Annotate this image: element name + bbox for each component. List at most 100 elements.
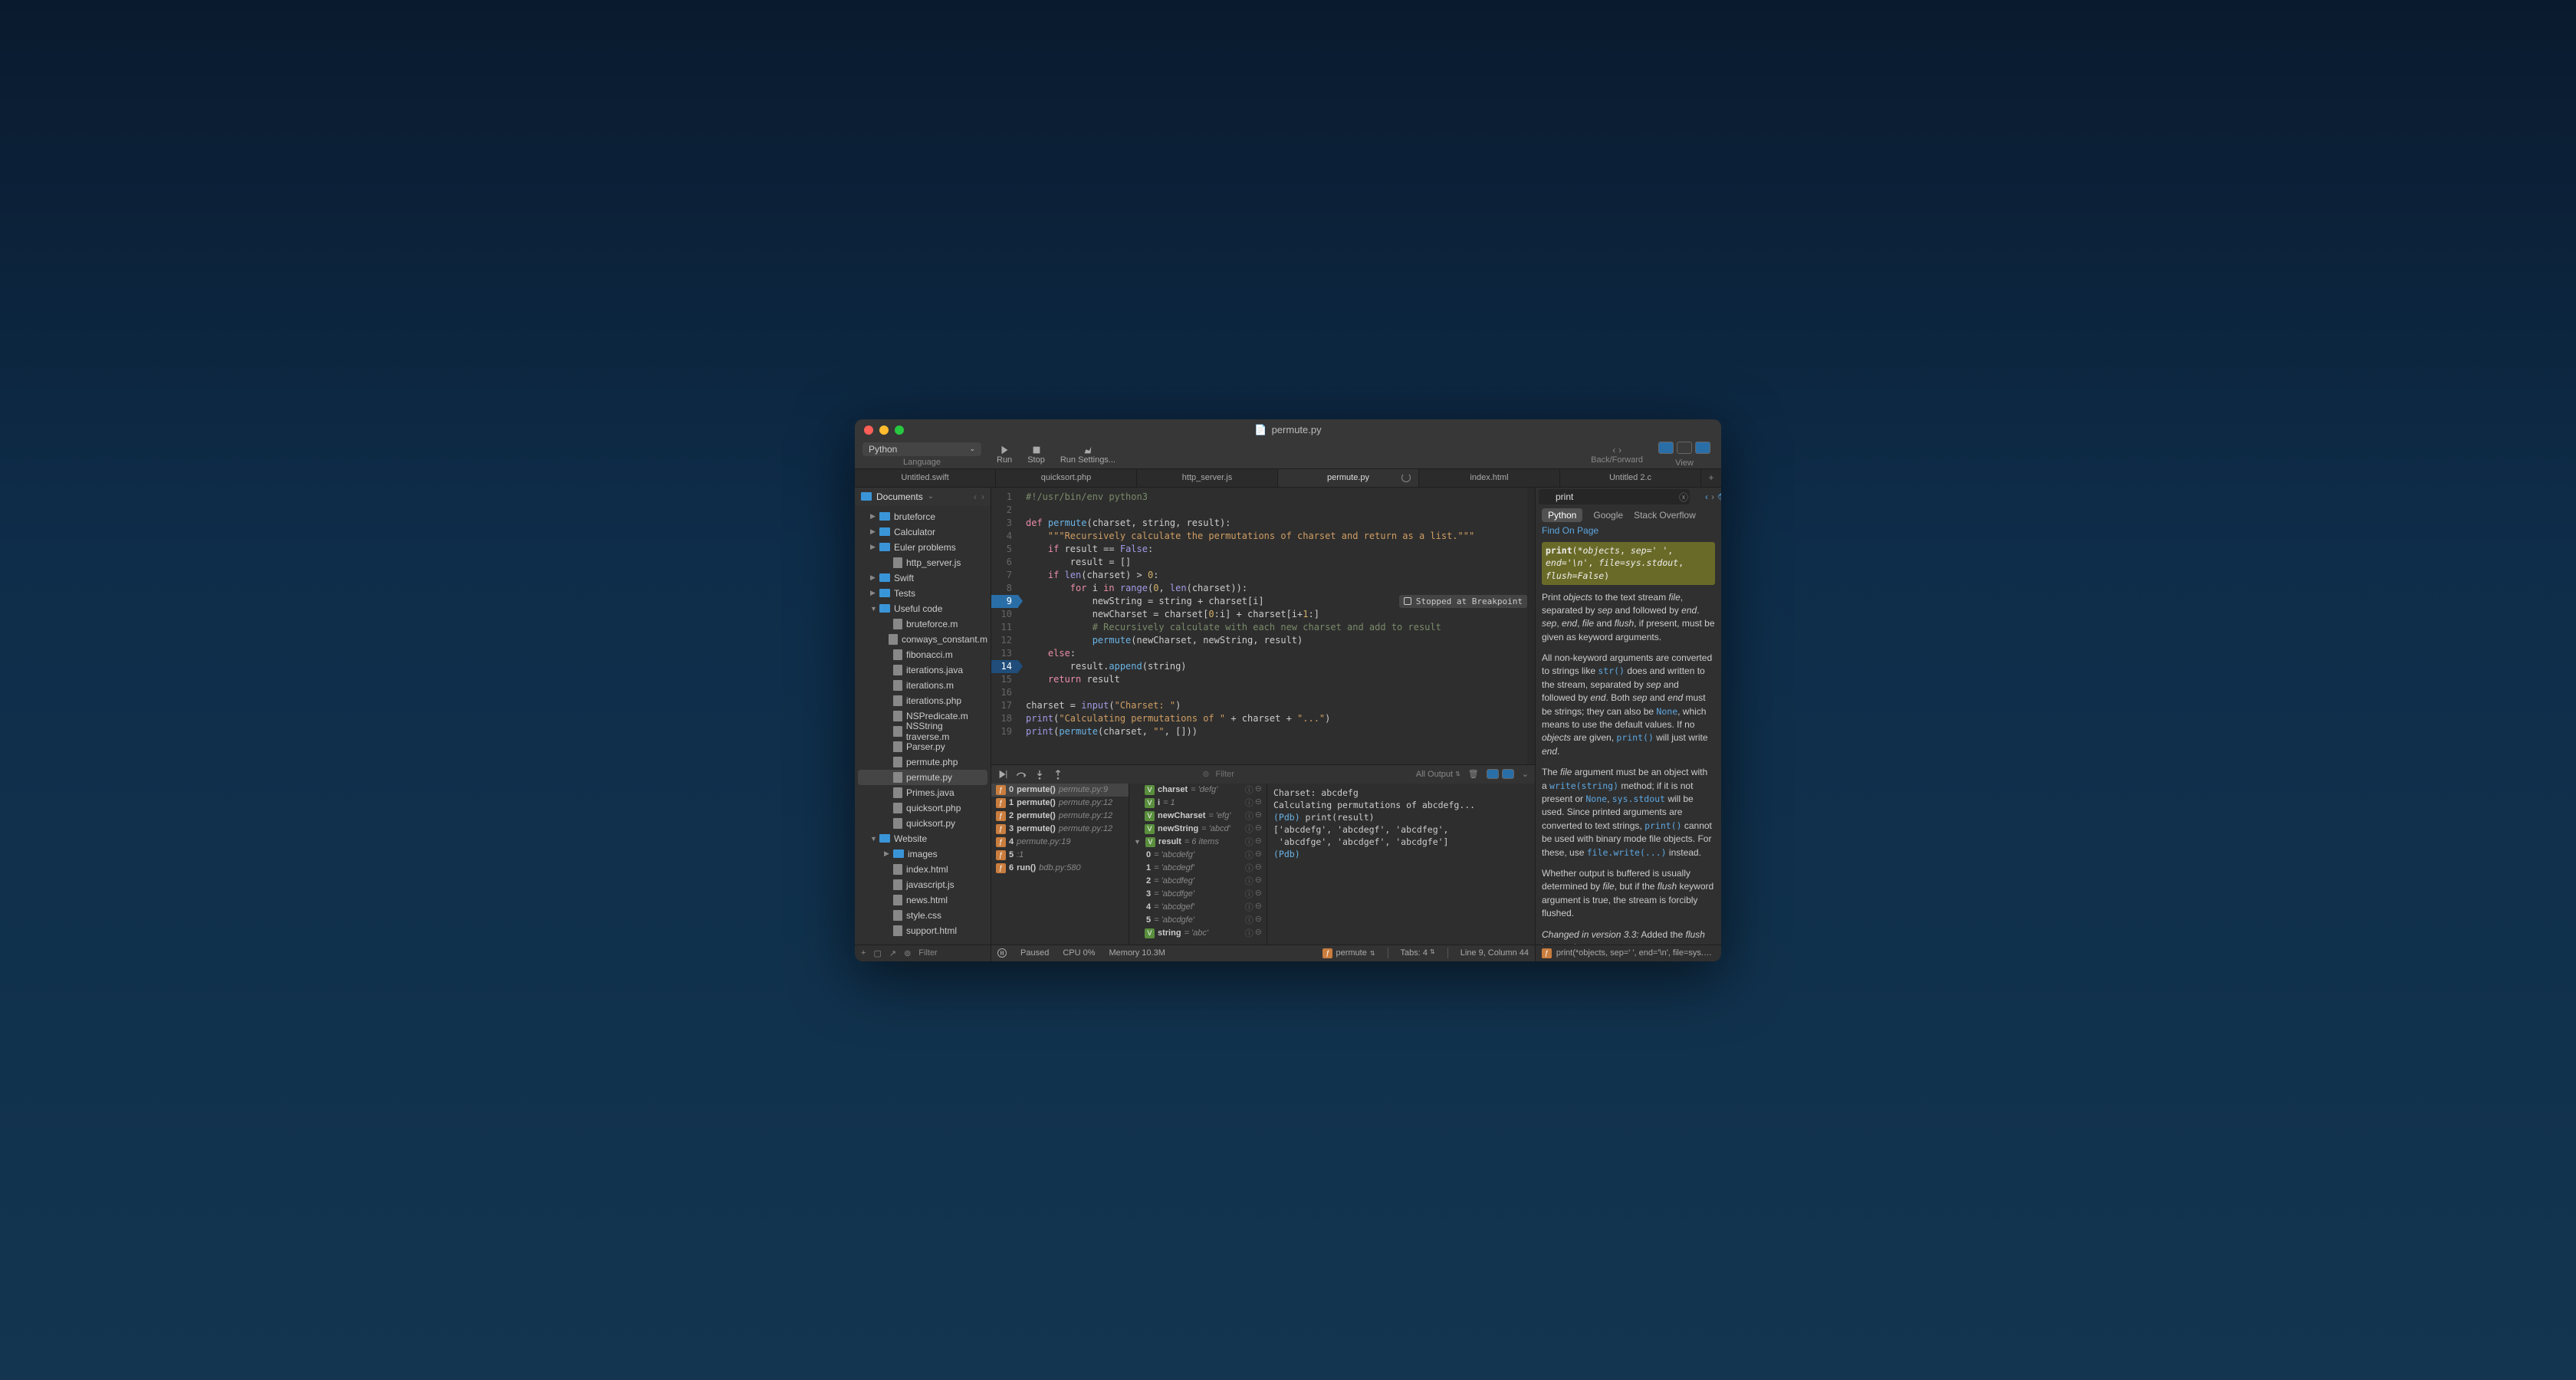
clear-icon[interactable]: ⓧ: [1679, 491, 1688, 504]
nav-back-icon[interactable]: ‹: [974, 491, 977, 502]
file-iterations-java[interactable]: iterations.java: [858, 662, 987, 678]
folder-Useful-code[interactable]: ▼Useful code: [858, 601, 987, 616]
right-panel-toggle[interactable]: [1695, 442, 1710, 454]
file-Primes-java[interactable]: Primes.java: [858, 785, 987, 800]
stack-frame[interactable]: ƒ3 permute() permute.py:12: [991, 823, 1129, 836]
doc-search-input[interactable]: [1539, 489, 1690, 504]
tab-Untitled-swift[interactable]: Untitled.swift: [855, 469, 996, 487]
folder-Calculator[interactable]: ▶Calculator: [858, 524, 987, 540]
language-selector[interactable]: Python⌄ Language: [855, 441, 989, 468]
file-iterations-php[interactable]: iterations.php: [858, 693, 987, 708]
file-iterations-m[interactable]: iterations.m: [858, 678, 987, 693]
bottom-panel-toggle[interactable]: [1677, 442, 1692, 454]
folder-Website[interactable]: ▼Website: [858, 831, 987, 846]
file-fibonacci-m[interactable]: fibonacci.m: [858, 647, 987, 662]
output-selector[interactable]: All Output⇅: [1416, 770, 1460, 779]
folder-bruteforce[interactable]: ▶bruteforce: [858, 509, 987, 524]
tab-quicksort-php[interactable]: quicksort.php: [996, 469, 1137, 487]
tab-Untitled-2-c[interactable]: Untitled 2.c: [1560, 469, 1701, 487]
file-javascript-js[interactable]: javascript.js: [858, 877, 987, 892]
file-permute-py[interactable]: permute.py: [858, 770, 987, 785]
stack-frame[interactable]: ƒ5 :1: [991, 849, 1129, 862]
file-style-css[interactable]: style.css: [858, 908, 987, 923]
tab-http_server-js[interactable]: http_server.js: [1137, 469, 1278, 487]
file-quicksort-php[interactable]: quicksort.php: [858, 800, 987, 816]
chevron-down-icon[interactable]: ⌄: [1522, 769, 1529, 779]
clear-output-icon[interactable]: 🗑: [1468, 769, 1479, 779]
folder-images[interactable]: ▶images: [858, 846, 987, 862]
add-icon[interactable]: +: [861, 948, 866, 958]
variable-row[interactable]: Vcharset = 'defg'ⓘ⊖: [1129, 784, 1267, 797]
tab-permute-py[interactable]: permute.py: [1278, 469, 1419, 487]
run-button[interactable]: Run: [989, 445, 1020, 465]
step-out-icon[interactable]: [1053, 769, 1063, 780]
new-tab-button[interactable]: +: [1701, 469, 1721, 487]
eye-icon[interactable]: 👁: [1717, 491, 1721, 502]
step-into-icon[interactable]: [1034, 769, 1045, 780]
file-permute-php[interactable]: permute.php: [858, 754, 987, 770]
file-http_server-js[interactable]: http_server.js: [858, 555, 987, 570]
root-folder-name[interactable]: Documents: [876, 491, 923, 502]
debug-left-toggle[interactable]: [1487, 769, 1499, 779]
nav-forward-icon[interactable]: ›: [981, 491, 984, 502]
doc-body[interactable]: print(*objects, sep=' ', end='\n', file=…: [1536, 542, 1721, 945]
variable-row[interactable]: 3 = 'abcdfge'ⓘ⊖: [1129, 888, 1267, 901]
variable-row[interactable]: 0 = 'abcdefg'ⓘ⊖: [1129, 849, 1267, 862]
variable-row[interactable]: ▼Vresult = 6 itemsⓘ⊖: [1129, 836, 1267, 849]
back-button[interactable]: ‹: [1612, 445, 1615, 455]
stop-button[interactable]: Stop: [1020, 445, 1053, 465]
provider-tab-google[interactable]: Google: [1593, 510, 1623, 521]
cursor-position[interactable]: Line 9, Column 44: [1460, 948, 1529, 958]
file-bruteforce-m[interactable]: bruteforce.m: [858, 616, 987, 632]
stack-frame[interactable]: ƒ2 permute() permute.py:12: [991, 810, 1129, 823]
left-panel-toggle[interactable]: [1658, 442, 1674, 454]
stack-frame[interactable]: ƒ6 run() bdb.py:580: [991, 862, 1129, 875]
variable-row[interactable]: VnewCharset = 'efg'ⓘ⊖: [1129, 810, 1267, 823]
code-content[interactable]: #!/usr/bin/env python3def permute(charse…: [1018, 488, 1527, 764]
variable-row[interactable]: 2 = 'abcdfeg'ⓘ⊖: [1129, 875, 1267, 888]
close-button[interactable]: [864, 426, 873, 435]
file-conways_constant-m[interactable]: conways_constant.m: [858, 632, 987, 647]
function-selector[interactable]: ƒpermute⇅: [1322, 948, 1375, 958]
new-folder-icon[interactable]: ▢: [873, 948, 881, 958]
variable-row[interactable]: 4 = 'abcdgef'ⓘ⊖: [1129, 901, 1267, 914]
nav-back-icon[interactable]: ‹: [1705, 491, 1708, 502]
folder-Euler-problems[interactable]: ▶Euler problems: [858, 540, 987, 555]
tabs-setting[interactable]: Tabs: 4⇅: [1401, 948, 1435, 958]
stack-frame[interactable]: ƒ0 permute() permute.py:9: [991, 784, 1129, 797]
variable-row[interactable]: VnewString = 'abcd'ⓘ⊖: [1129, 823, 1267, 836]
folder-Tests[interactable]: ▶Tests: [858, 586, 987, 601]
find-on-page-link[interactable]: Find On Page: [1542, 525, 1598, 536]
file-quicksort-py[interactable]: quicksort.py: [858, 816, 987, 831]
folder-Swift[interactable]: ▶Swift: [858, 570, 987, 586]
code-editor[interactable]: 12345678910111213141516171819 #!/usr/bin…: [991, 488, 1535, 764]
file-NSString-traverse-m[interactable]: NSString traverse.m: [858, 724, 987, 739]
file-index-html[interactable]: index.html: [858, 862, 987, 877]
file-news-html[interactable]: news.html: [858, 892, 987, 908]
nav-forward-icon[interactable]: ›: [1711, 491, 1714, 502]
provider-tab-stack-overflow[interactable]: Stack Overflow: [1634, 510, 1696, 521]
variable-row[interactable]: 5 = 'abcdgfe'ⓘ⊖: [1129, 914, 1267, 927]
variable-row[interactable]: 1 = 'abcdegf'ⓘ⊖: [1129, 862, 1267, 875]
zoom-button[interactable]: [895, 426, 904, 435]
debug-filter-input[interactable]: [1216, 770, 1277, 779]
debug-console[interactable]: Charset: abcdefg Calculating permutation…: [1267, 784, 1535, 945]
minimize-button[interactable]: [879, 426, 889, 435]
step-over-icon[interactable]: [1016, 769, 1027, 780]
forward-button[interactable]: ›: [1618, 445, 1622, 455]
debug-right-toggle[interactable]: [1502, 769, 1514, 779]
provider-tab-python[interactable]: Python: [1542, 508, 1582, 522]
chevron-down-icon[interactable]: ⌄: [928, 492, 934, 501]
reveal-icon[interactable]: ↗: [889, 948, 896, 958]
status-signature[interactable]: print(*objects, sep=' ', end='\n', file=…: [1556, 948, 1715, 958]
file-tree[interactable]: ▶bruteforce▶Calculator▶Euler problemshtt…: [855, 506, 991, 945]
stack-frame[interactable]: ƒ4 permute.py:19: [991, 836, 1129, 849]
continue-icon[interactable]: [997, 769, 1008, 780]
variable-row[interactable]: Vstring = 'abc'ⓘ⊖: [1129, 927, 1267, 940]
file-support-html[interactable]: support.html: [858, 923, 987, 938]
sidebar-filter-label[interactable]: Filter: [918, 948, 937, 958]
tab-index-html[interactable]: index.html: [1419, 469, 1560, 487]
run-settings-button[interactable]: Run Settings...: [1053, 445, 1123, 465]
call-stack[interactable]: ƒ0 permute() permute.py:9ƒ1 permute() pe…: [991, 784, 1129, 945]
variables-view[interactable]: Vcharset = 'defg'ⓘ⊖Vi = 1ⓘ⊖VnewCharset =…: [1129, 784, 1267, 945]
